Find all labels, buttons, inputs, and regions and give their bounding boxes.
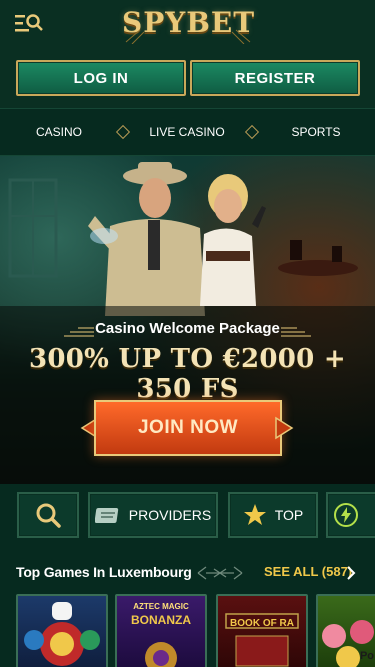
top-games-header: Top Games In Luxembourg SEE ALL (587): [0, 556, 375, 590]
star-icon: [243, 504, 266, 525]
nav-sports[interactable]: SPORTS: [280, 109, 352, 156]
game-thumbnail: [225, 613, 299, 667]
hot-games-button[interactable]: [326, 492, 375, 538]
top-button[interactable]: TOP: [228, 492, 318, 538]
game-tile[interactable]: AZTEC MAGIC BONANZA: [115, 594, 207, 667]
menu-search-icon[interactable]: [14, 10, 44, 36]
section-title: Top Games In Luxembourg: [16, 564, 192, 580]
providers-label: PROVIDERS: [128, 507, 212, 523]
search-button[interactable]: [17, 492, 79, 538]
ornament-right-icon: [281, 327, 311, 337]
top-label: TOP: [274, 507, 304, 523]
game-tiles: AZTEC MAGIC BONANZA BOOK OF RA Po: [0, 594, 375, 667]
login-button[interactable]: LOG IN: [16, 60, 186, 96]
promo-title: Casino Welcome Package: [95, 320, 280, 337]
spybet-logo[interactable]: SPYBET: [122, 4, 254, 44]
nav-live-casino[interactable]: LIVE CASINO: [140, 109, 234, 156]
register-label: REGISTER: [234, 69, 316, 87]
see-all-link[interactable]: SEE ALL (587): [264, 564, 352, 579]
providers-icon: [94, 508, 118, 523]
chevron-right-icon[interactable]: [346, 566, 356, 580]
arrow-right-ornament-icon: [275, 416, 294, 440]
game-thumbnail: [24, 602, 100, 666]
game-title-line2: BONANZA: [131, 613, 191, 627]
game-tile[interactable]: [16, 594, 108, 667]
category-bar: PROVIDERS TOP: [0, 484, 375, 544]
promo-amount: 300% UP TO €2000 + 350 FS: [28, 344, 347, 404]
game-title: Po: [359, 650, 375, 662]
nav-separator: [115, 124, 131, 140]
game-tile[interactable]: Po: [316, 594, 375, 667]
main-nav: CASINO LIVE CASINO SPORTS: [0, 108, 375, 156]
auth-bar: LOG IN REGISTER: [0, 48, 375, 108]
promo-banner[interactable]: Casino Welcome Package 300% UP TO €2000 …: [0, 156, 375, 484]
game-tile[interactable]: BOOK OF RA: [216, 594, 308, 667]
game-title-line1: AZTEC MAGIC: [133, 602, 189, 611]
join-now-label: JOIN NOW: [137, 417, 239, 438]
nav-casino[interactable]: CASINO: [20, 109, 98, 156]
join-now-button[interactable]: JOIN NOW: [94, 400, 282, 456]
login-label: LOG IN: [73, 69, 129, 87]
search-icon: [36, 503, 61, 528]
register-button[interactable]: REGISTER: [190, 60, 360, 96]
nav-separator: [244, 124, 260, 140]
app-header: SPYBET: [0, 0, 375, 48]
lightning-icon: [334, 503, 358, 527]
game-thumbnail: [145, 642, 177, 667]
providers-button[interactable]: PROVIDERS: [88, 492, 218, 538]
section-ornament-icon: [197, 566, 243, 580]
